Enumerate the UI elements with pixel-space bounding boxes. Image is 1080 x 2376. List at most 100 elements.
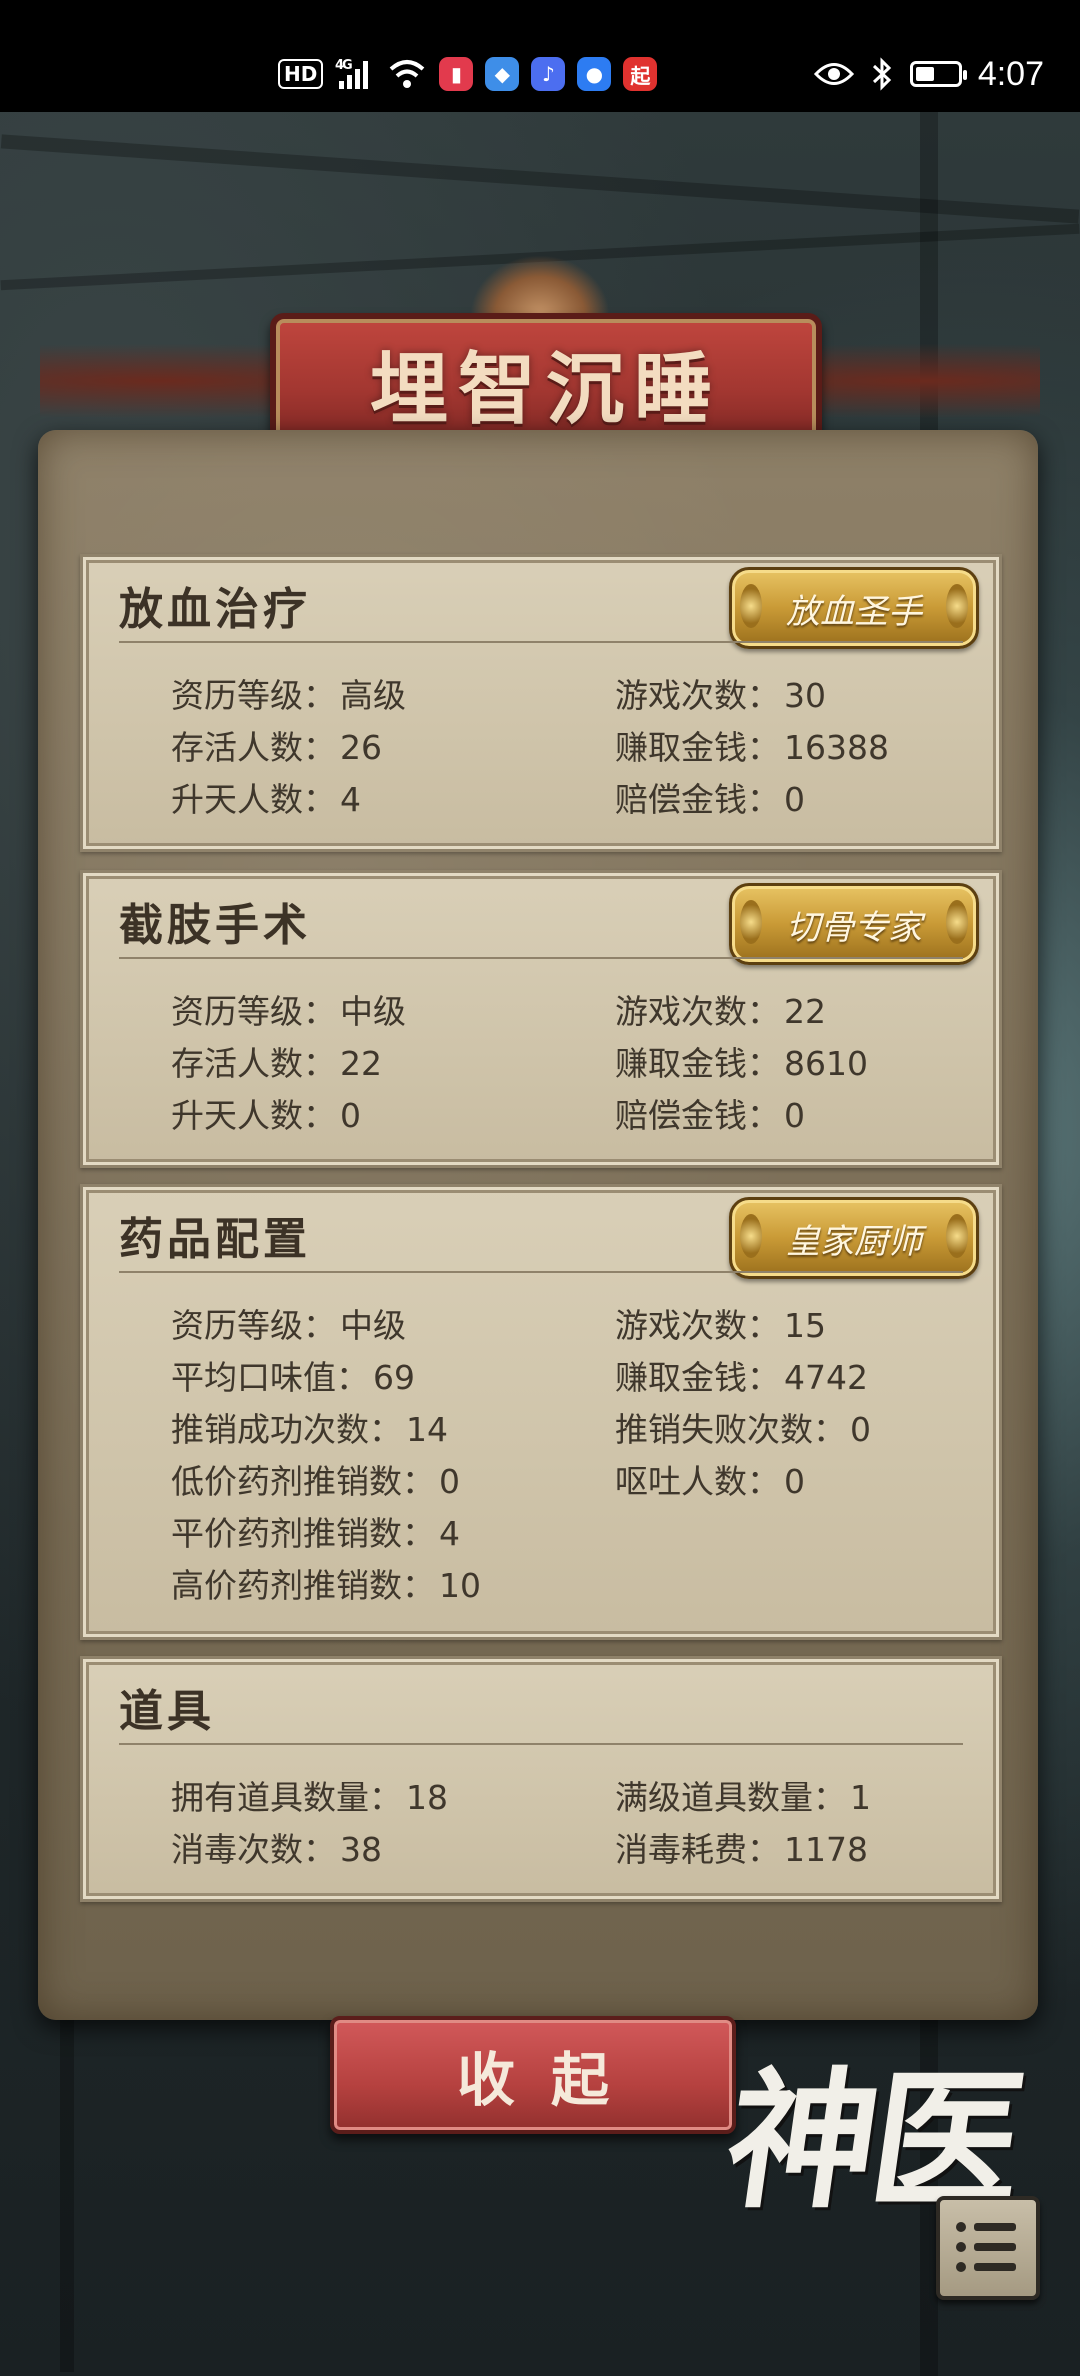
stat-label: 低价药剂推销数：	[171, 1462, 435, 1501]
achievement-badge[interactable]: 皇家厨师	[729, 1197, 979, 1279]
stat-label: 升天人数：	[171, 1096, 336, 1135]
stat-label: 平价药剂推销数：	[171, 1514, 435, 1553]
page-title: 埋智沉睡	[369, 344, 722, 435]
stat-value: 0	[340, 1096, 361, 1135]
browser-app-icon: ◆	[485, 57, 520, 91]
menu-list-icon[interactable]	[936, 2196, 1040, 2300]
stat-label: 消毒耗费：	[615, 1830, 780, 1869]
stat-value: 0	[784, 780, 805, 819]
stat-value: 22	[784, 992, 826, 1031]
stat-item: 平均口味值： 69	[171, 1351, 415, 1399]
eye-icon	[813, 59, 854, 89]
stat-value: 30	[784, 676, 826, 715]
stat-label: 游戏次数：	[615, 676, 780, 715]
stat-item: 消毒次数： 38	[171, 1823, 382, 1871]
achievement-badge[interactable]: 放血圣手	[729, 567, 979, 649]
stat-item: 赚取金钱： 8610	[615, 1037, 868, 1085]
stat-label: 平均口味值：	[171, 1358, 369, 1397]
stat-item: 游戏次数： 22	[615, 985, 826, 1033]
stat-label: 赚取金钱：	[615, 1044, 780, 1083]
stat-value: 高级	[340, 676, 406, 715]
section-title: 道具	[119, 1686, 215, 1737]
stat-item: 游戏次数： 15	[615, 1299, 826, 1347]
stat-label: 消毒次数：	[171, 1830, 336, 1869]
stat-label: 高价药剂推销数：	[171, 1566, 435, 1605]
stat-value: 1178	[784, 1830, 868, 1869]
stat-label: 资历等级：	[171, 992, 336, 1031]
section-title: 截肢手术	[119, 900, 311, 951]
stat-item: 满级道具数量： 1	[615, 1771, 871, 1819]
stat-item: 推销成功次数： 14	[171, 1403, 448, 1451]
stat-value: 69	[373, 1358, 415, 1397]
collapse-button[interactable]: 收起	[330, 2016, 736, 2134]
stat-item: 推销失败次数： 0	[615, 1403, 871, 1451]
section-items: 道具 拥有道具数量： 18 消毒次数： 38 满级道具数量： 1 消毒耗费： 1178	[80, 1656, 1002, 1902]
stat-value: 8610	[784, 1044, 868, 1083]
stat-label: 资历等级：	[171, 1306, 336, 1345]
stat-label: 呕吐人数：	[615, 1462, 780, 1501]
stat-value: 26	[340, 728, 382, 767]
signal-icon: 4G	[335, 57, 375, 91]
stat-label: 游戏次数：	[615, 992, 780, 1031]
book-app-icon: ▮	[439, 57, 474, 91]
crown-ornament	[470, 255, 610, 315]
battery-icon	[909, 61, 967, 87]
divider	[119, 957, 963, 959]
stat-value: 10	[439, 1566, 481, 1605]
stat-value: 0	[439, 1462, 460, 1501]
stat-item: 呕吐人数： 0	[615, 1455, 805, 1503]
stat-value: 16388	[784, 728, 889, 767]
stat-item: 拥有道具数量： 18	[171, 1771, 448, 1819]
stat-item: 低价药剂推销数： 0	[171, 1455, 460, 1503]
stat-label: 赔偿金钱：	[615, 1096, 780, 1135]
divider	[119, 641, 963, 643]
stat-item: 存活人数： 26	[171, 721, 382, 769]
wifi-icon	[387, 57, 427, 91]
section-title: 放血治疗	[119, 584, 311, 635]
network-type: 4G	[335, 58, 352, 73]
stat-value: 14	[406, 1410, 448, 1449]
stat-label: 推销成功次数：	[171, 1410, 402, 1449]
stat-label: 存活人数：	[171, 1044, 336, 1083]
stat-item: 资历等级： 中级	[171, 985, 406, 1033]
stat-item: 平价药剂推销数： 4	[171, 1507, 460, 1555]
status-bar: HD 4G ▮ ◆ ♪ ● 起 4:07	[0, 0, 1080, 112]
stat-item: 赔偿金钱： 0	[615, 773, 805, 821]
stat-label: 推销失败次数：	[615, 1410, 846, 1449]
stat-label: 赔偿金钱：	[615, 780, 780, 819]
stat-label: 升天人数：	[171, 780, 336, 819]
battery-fill	[915, 67, 934, 81]
stat-value: 4742	[784, 1358, 868, 1397]
stat-item: 存活人数： 22	[171, 1037, 382, 1085]
hd-icon: HD	[278, 59, 324, 89]
stat-value: 22	[340, 1044, 382, 1083]
stat-value: 4	[439, 1514, 460, 1553]
stat-item: 游戏次数： 30	[615, 669, 826, 717]
divider	[119, 1743, 963, 1745]
stat-value: 1	[850, 1778, 871, 1817]
stat-value: 0	[850, 1410, 871, 1449]
stat-item: 高价药剂推销数： 10	[171, 1559, 481, 1607]
qidian-app-icon: 起	[623, 57, 658, 91]
music-app-icon: ♪	[531, 57, 566, 91]
stat-label: 拥有道具数量：	[171, 1778, 402, 1817]
section-medicine: 药品配置 皇家厨师 资历等级： 中级 平均口味值： 69 推销成功次数： 14 低价药…	[80, 1184, 1002, 1640]
section-amputation: 截肢手术 切骨专家 资历等级： 中级 存活人数： 22 升天人数： 0 游戏次数： 22…	[80, 870, 1002, 1168]
stat-label: 资历等级：	[171, 676, 336, 715]
stat-item: 资历等级： 高级	[171, 669, 406, 717]
divider	[119, 1271, 963, 1273]
stat-item: 升天人数： 0	[171, 1089, 361, 1137]
stat-item: 消毒耗费： 1178	[615, 1823, 868, 1871]
stat-item: 赚取金钱： 4742	[615, 1351, 868, 1399]
stat-label: 赚取金钱：	[615, 728, 780, 767]
stat-label: 满级道具数量：	[615, 1778, 846, 1817]
stat-value: 0	[784, 1096, 805, 1135]
stat-value: 中级	[340, 1306, 406, 1345]
stat-label: 游戏次数：	[615, 1306, 780, 1345]
stat-value: 中级	[340, 992, 406, 1031]
stat-item: 升天人数： 4	[171, 773, 361, 821]
stat-value: 15	[784, 1306, 826, 1345]
achievement-badge[interactable]: 切骨专家	[729, 883, 979, 965]
stat-value: 38	[340, 1830, 382, 1869]
stat-item: 赔偿金钱： 0	[615, 1089, 805, 1137]
